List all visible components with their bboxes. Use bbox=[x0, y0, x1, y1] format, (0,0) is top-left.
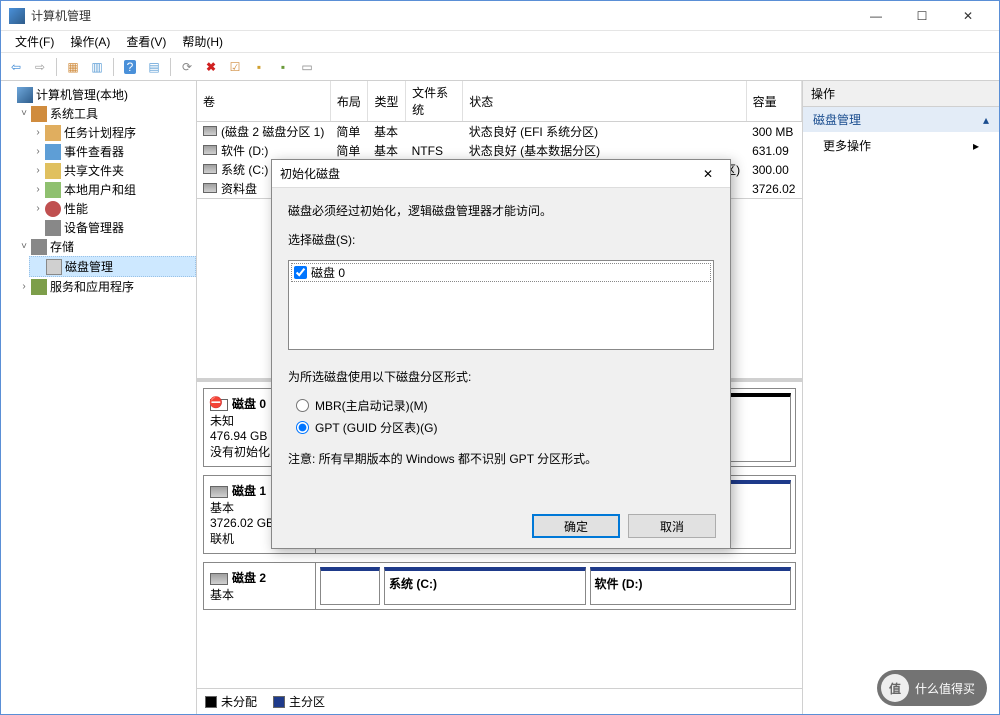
col-fs[interactable]: 文件系统 bbox=[406, 81, 463, 122]
tree-panel[interactable]: 计算机管理(本地) ˅ 系统工具 ›任务计划程序 ›事件查看器 ›共享文件夹 bbox=[1, 81, 197, 714]
titlebar: 计算机管理 — ☐ ✕ bbox=[1, 1, 999, 31]
watermark-badge: 值 bbox=[881, 674, 909, 702]
tree-device[interactable]: 设备管理器 bbox=[29, 218, 196, 237]
help-icon[interactable]: ? bbox=[119, 56, 141, 78]
col-capacity[interactable]: 容量 bbox=[746, 81, 801, 122]
tree-label: 计算机管理(本地) bbox=[36, 86, 128, 103]
tree-label: 系统工具 bbox=[50, 105, 98, 122]
dialog-message: 磁盘必须经过初始化，逻辑磁盘管理器才能访问。 bbox=[288, 202, 714, 219]
volume-icon bbox=[203, 126, 217, 136]
select-disk-label: 选择磁盘(S): bbox=[288, 231, 714, 248]
cancel-button[interactable]: 取消 bbox=[628, 514, 716, 538]
tree-task[interactable]: ›任务计划程序 bbox=[29, 123, 196, 142]
menu-help[interactable]: 帮助(H) bbox=[174, 31, 231, 52]
tb-icon-6[interactable]: ▭ bbox=[296, 56, 318, 78]
legend-primary-swatch bbox=[273, 696, 285, 708]
back-button[interactable]: ⇦ bbox=[5, 56, 27, 78]
tb-icon-2[interactable]: ▥ bbox=[86, 56, 108, 78]
tools-icon bbox=[31, 106, 47, 122]
tree-diskmgmt[interactable]: 磁盘管理 bbox=[29, 256, 196, 277]
tree-users[interactable]: ›本地用户和组 bbox=[29, 180, 196, 199]
disk-row-2[interactable]: 磁盘 2 基本 系统 (C:) 软件 (D:) bbox=[203, 562, 796, 610]
disk-icon bbox=[210, 573, 228, 585]
col-volume[interactable]: 卷 bbox=[197, 81, 330, 122]
computer-icon bbox=[17, 87, 33, 103]
volume-icon bbox=[203, 164, 217, 174]
disk2-efi[interactable] bbox=[320, 567, 380, 605]
forward-button[interactable]: ⇨ bbox=[29, 56, 51, 78]
tree-storage[interactable]: ˅ 存储 bbox=[15, 237, 196, 256]
menubar: 文件(F) 操作(A) 查看(V) 帮助(H) bbox=[1, 31, 999, 53]
disk-icon bbox=[210, 486, 228, 498]
service-icon bbox=[31, 279, 47, 295]
tree-root[interactable]: 计算机管理(本地) bbox=[1, 85, 196, 104]
users-icon bbox=[45, 182, 61, 198]
app-icon bbox=[9, 8, 25, 24]
legend: 未分配 主分区 bbox=[197, 688, 802, 714]
dialog-title: 初始化磁盘 bbox=[280, 165, 694, 182]
chevron-right-icon: ▸ bbox=[973, 139, 979, 153]
perf-icon bbox=[45, 201, 61, 217]
actions-panel: 操作 磁盘管理 ▴ 更多操作 ▸ bbox=[803, 81, 999, 714]
disk0-checkbox[interactable] bbox=[294, 266, 307, 279]
collapse-icon[interactable]: ▴ bbox=[983, 113, 989, 127]
storage-icon bbox=[31, 239, 47, 255]
dialog-close-button[interactable]: ✕ bbox=[694, 163, 722, 185]
table-row[interactable]: (磁盘 2 磁盘分区 1)简单基本状态良好 (EFI 系统分区)300 MB bbox=[197, 122, 802, 142]
dialog-titlebar[interactable]: 初始化磁盘 ✕ bbox=[272, 160, 730, 188]
disk2-d[interactable]: 软件 (D:) bbox=[590, 567, 792, 605]
device-icon bbox=[45, 220, 61, 236]
volume-icon bbox=[203, 145, 217, 155]
window-title: 计算机管理 bbox=[31, 7, 853, 24]
mbr-radio[interactable] bbox=[296, 399, 309, 412]
tree-event[interactable]: ›事件查看器 bbox=[29, 142, 196, 161]
legend-unalloc-swatch bbox=[205, 696, 217, 708]
actions-section[interactable]: 磁盘管理 ▴ bbox=[803, 107, 999, 132]
task-icon bbox=[45, 125, 61, 141]
menu-action[interactable]: 操作(A) bbox=[62, 31, 118, 52]
watermark: 值 什么值得买 bbox=[877, 670, 987, 706]
share-icon bbox=[45, 163, 61, 179]
tb-icon-1[interactable]: ▦ bbox=[62, 56, 84, 78]
disk-info-2: 磁盘 2 基本 bbox=[204, 563, 316, 609]
col-status[interactable]: 状态 bbox=[463, 81, 746, 122]
ok-button[interactable]: 确定 bbox=[532, 514, 620, 538]
collapse-icon[interactable]: ˅ bbox=[17, 108, 31, 119]
volume-icon bbox=[203, 183, 217, 193]
col-type[interactable]: 类型 bbox=[368, 81, 406, 122]
dialog-note: 注意: 所有早期版本的 Windows 都不识别 GPT 分区形式。 bbox=[288, 450, 714, 467]
tree-systools[interactable]: ˅ 系统工具 bbox=[15, 104, 196, 123]
actions-more[interactable]: 更多操作 ▸ bbox=[803, 132, 999, 159]
tree-perf[interactable]: ›性能 bbox=[29, 199, 196, 218]
event-icon bbox=[45, 144, 61, 160]
toolbar: ⇦ ⇨ ▦ ▥ ? ▤ ⟳ ✖ ☑ ▪ ▪ ▭ bbox=[1, 53, 999, 81]
gpt-radio[interactable] bbox=[296, 421, 309, 434]
close-button[interactable]: ✕ bbox=[945, 1, 991, 31]
delete-icon[interactable]: ✖ bbox=[200, 56, 222, 78]
minimize-button[interactable]: — bbox=[853, 1, 899, 31]
tb-icon-4[interactable]: ▪ bbox=[248, 56, 270, 78]
radio-mbr[interactable]: MBR(主启动记录)(M) bbox=[296, 397, 714, 414]
disk2-c[interactable]: 系统 (C:) bbox=[384, 567, 586, 605]
tb-icon-5[interactable]: ▪ bbox=[272, 56, 294, 78]
tb-icon-3[interactable]: ▤ bbox=[143, 56, 165, 78]
menu-view[interactable]: 查看(V) bbox=[118, 31, 174, 52]
actions-header: 操作 bbox=[803, 81, 999, 107]
radio-gpt[interactable]: GPT (GUID 分区表)(G) bbox=[296, 419, 714, 436]
tree-services[interactable]: › 服务和应用程序 bbox=[15, 277, 196, 296]
table-row[interactable]: 软件 (D:)简单基本NTFS状态良好 (基本数据分区)631.09 bbox=[197, 141, 802, 160]
menu-file[interactable]: 文件(F) bbox=[7, 31, 62, 52]
disk-select-list[interactable]: 磁盘 0 bbox=[288, 260, 714, 350]
partition-style-label: 为所选磁盘使用以下磁盘分区形式: bbox=[288, 368, 714, 385]
col-layout[interactable]: 布局 bbox=[330, 81, 368, 122]
collapse-icon[interactable]: ˅ bbox=[17, 241, 31, 252]
disk-warn-icon bbox=[210, 399, 228, 411]
tree-share[interactable]: ›共享文件夹 bbox=[29, 161, 196, 180]
disk-checkbox-item[interactable]: 磁盘 0 bbox=[291, 263, 711, 282]
refresh-icon[interactable]: ⟳ bbox=[176, 56, 198, 78]
disk-icon bbox=[46, 259, 62, 275]
check-icon[interactable]: ☑ bbox=[224, 56, 246, 78]
initialize-disk-dialog: 初始化磁盘 ✕ 磁盘必须经过初始化，逻辑磁盘管理器才能访问。 选择磁盘(S): … bbox=[271, 159, 731, 549]
maximize-button[interactable]: ☐ bbox=[899, 1, 945, 31]
